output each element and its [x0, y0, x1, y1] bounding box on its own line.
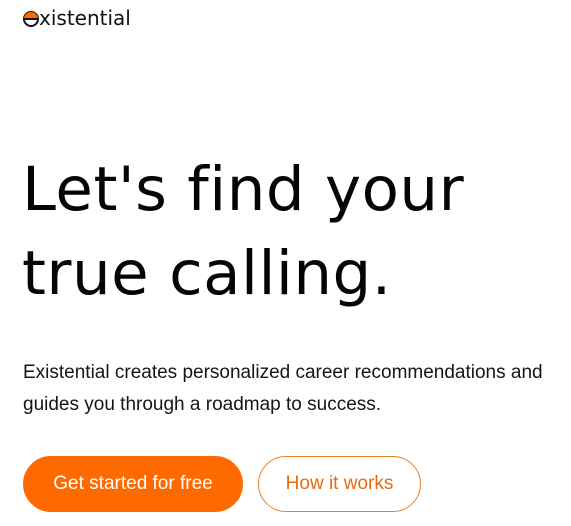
how-it-works-button[interactable]: How it works: [258, 456, 421, 512]
logo-mark-icon: [23, 11, 39, 27]
brand-name: xistential: [39, 6, 131, 30]
hero-title-line-1: Let's find your: [22, 154, 465, 225]
brand-logo[interactable]: xistential: [23, 6, 131, 30]
hero-subtitle: Existential creates personalized career …: [23, 362, 543, 415]
hero-title-line-2: true calling.: [22, 238, 392, 309]
get-started-button[interactable]: Get started for free: [23, 456, 243, 512]
hero-title: Let's find your true calling.: [22, 148, 562, 316]
